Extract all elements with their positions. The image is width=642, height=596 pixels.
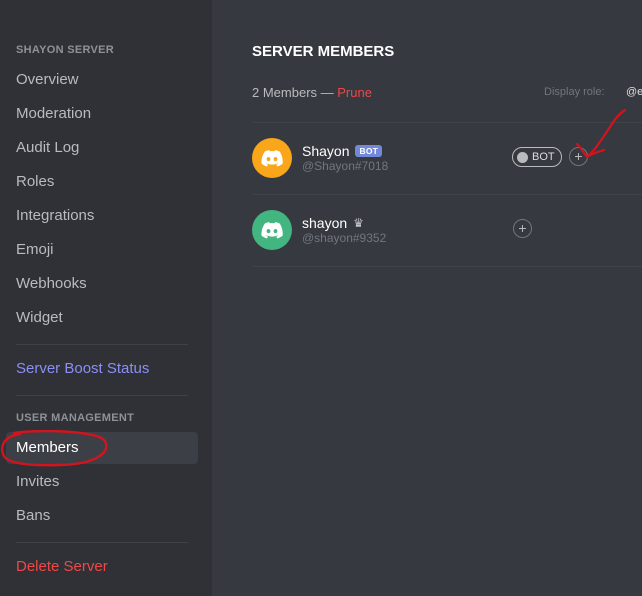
sidebar-item-widget[interactable]: Widget: [6, 302, 198, 334]
avatar[interactable]: [252, 210, 292, 250]
member-list-divider: [252, 122, 642, 123]
sidebar-item-webhooks[interactable]: Webhooks: [6, 268, 198, 300]
member-list-divider: [252, 266, 642, 267]
user-management-header: USER MANAGEMENT: [16, 412, 135, 424]
sidebar-item-roles[interactable]: Roles: [6, 166, 198, 198]
sidebar-item-overview[interactable]: Overview: [6, 64, 198, 96]
sidebar-item-server-boost-status[interactable]: Server Boost Status: [6, 353, 198, 385]
main-content: SERVER MEMBERS 2 Members — Prune Display…: [212, 0, 642, 596]
add-role-button[interactable]: +: [513, 219, 532, 238]
role-color-dot[interactable]: [517, 151, 528, 163]
sidebar-divider: [16, 395, 188, 396]
sidebar-item-members[interactable]: Members: [6, 432, 198, 464]
sidebar-item-emoji[interactable]: Emoji: [6, 234, 198, 266]
role-pill-label: BOT: [532, 151, 555, 163]
sidebar-item-audit-log[interactable]: Audit Log: [6, 132, 198, 164]
add-role-button[interactable]: +: [569, 147, 588, 166]
member-count: 2 Members — Prune: [252, 85, 372, 100]
server-name-header: SHAYON SERVER: [16, 44, 115, 56]
member-tag: @shayon#9352: [302, 231, 387, 245]
sidebar-item-moderation[interactable]: Moderation: [6, 98, 198, 130]
display-role-select[interactable]: @e: [626, 86, 642, 98]
member-list-divider: [252, 194, 642, 195]
avatar[interactable]: [252, 138, 292, 178]
member-username: shayon: [302, 215, 348, 231]
discord-logo-icon: [261, 150, 283, 167]
sidebar-item-integrations[interactable]: Integrations: [6, 200, 198, 232]
settings-sidebar: SHAYON SERVER Overview Moderation Audit …: [0, 0, 212, 596]
sidebar-item-bans[interactable]: Bans: [6, 500, 198, 532]
member-username: Shayon: [302, 143, 350, 159]
member-count-text: 2 Members —: [252, 85, 334, 100]
bot-badge: BOT: [355, 145, 383, 157]
member-name: Shayon BOT: [302, 143, 383, 159]
member-tag: @Shayon#7018: [302, 159, 389, 173]
member-name: shayon ♛: [302, 215, 364, 231]
crown-icon: ♛: [353, 216, 364, 230]
sidebar-divider: [16, 542, 188, 543]
sidebar-item-delete-server[interactable]: Delete Server: [6, 551, 198, 583]
page-title: SERVER MEMBERS: [252, 43, 395, 60]
discord-logo-icon: [261, 222, 283, 239]
sidebar-divider: [16, 344, 188, 345]
display-role-label: Display role:: [544, 86, 605, 98]
sidebar-item-invites[interactable]: Invites: [6, 466, 198, 498]
role-pill[interactable]: BOT: [512, 147, 562, 167]
prune-link[interactable]: Prune: [337, 85, 372, 100]
